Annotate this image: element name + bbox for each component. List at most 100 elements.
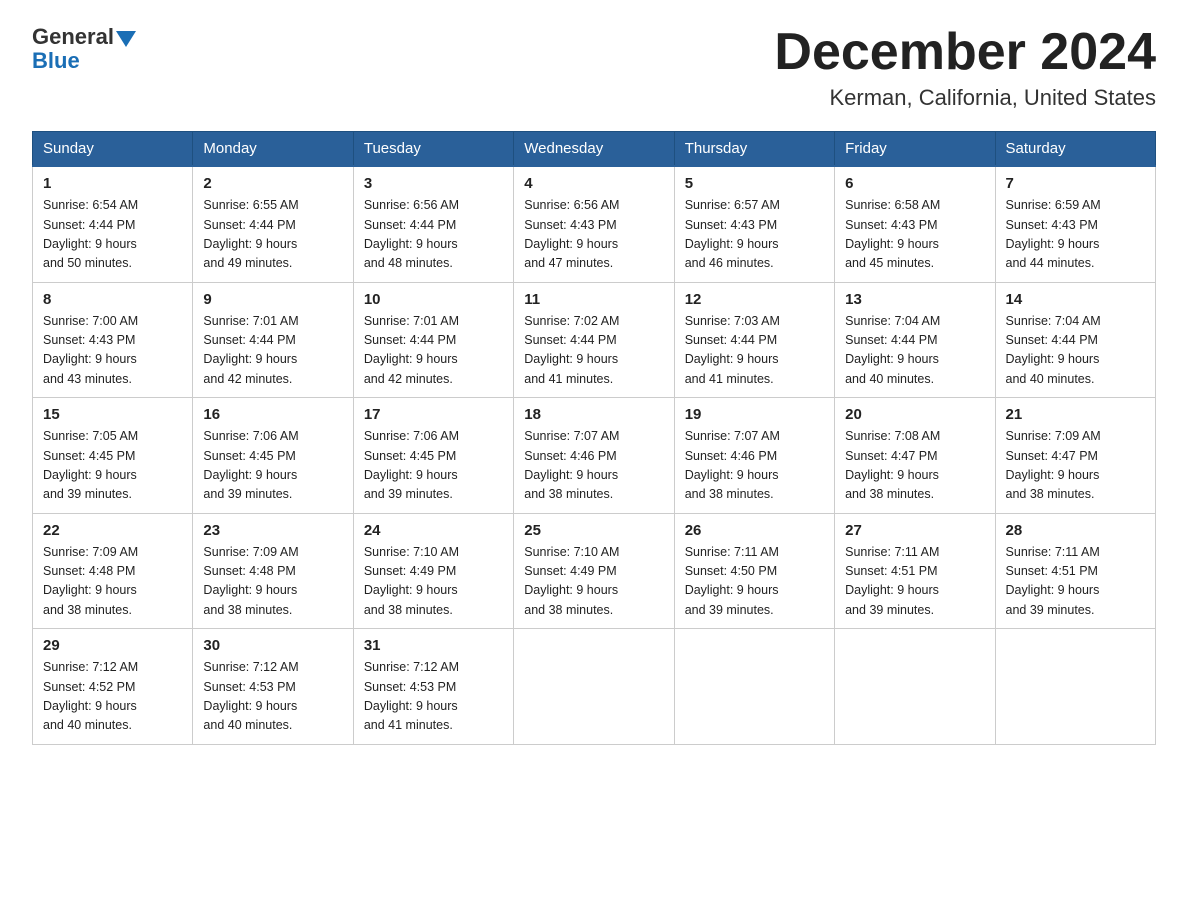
day-number: 13 bbox=[845, 291, 984, 308]
day-info: Sunrise: 7:05 AMSunset: 4:45 PMDaylight:… bbox=[43, 427, 182, 505]
day-number: 14 bbox=[1006, 291, 1145, 308]
location-subtitle: Kerman, California, United States bbox=[774, 85, 1156, 111]
day-number: 28 bbox=[1006, 522, 1145, 539]
logo-arrow-icon bbox=[116, 31, 136, 47]
calendar-cell: 22 Sunrise: 7:09 AMSunset: 4:48 PMDayligh… bbox=[33, 513, 193, 629]
day-number: 27 bbox=[845, 522, 984, 539]
calendar-cell: 30 Sunrise: 7:12 AMSunset: 4:53 PMDayligh… bbox=[193, 629, 353, 745]
title-area: December 2024 Kerman, California, United… bbox=[774, 24, 1156, 111]
logo: General Blue bbox=[32, 24, 136, 74]
day-info: Sunrise: 7:01 AMSunset: 4:44 PMDaylight:… bbox=[364, 312, 503, 390]
day-info: Sunrise: 7:09 AMSunset: 4:48 PMDaylight:… bbox=[43, 543, 182, 621]
day-number: 30 bbox=[203, 637, 342, 654]
day-number: 6 bbox=[845, 175, 984, 192]
calendar-cell: 18 Sunrise: 7:07 AMSunset: 4:46 PMDayligh… bbox=[514, 398, 674, 514]
day-info: Sunrise: 7:00 AMSunset: 4:43 PMDaylight:… bbox=[43, 312, 182, 390]
calendar-cell: 26 Sunrise: 7:11 AMSunset: 4:50 PMDayligh… bbox=[674, 513, 834, 629]
day-number: 26 bbox=[685, 522, 824, 539]
day-number: 10 bbox=[364, 291, 503, 308]
day-info: Sunrise: 7:07 AMSunset: 4:46 PMDaylight:… bbox=[685, 427, 824, 505]
day-info: Sunrise: 7:06 AMSunset: 4:45 PMDaylight:… bbox=[203, 427, 342, 505]
day-info: Sunrise: 7:09 AMSunset: 4:47 PMDaylight:… bbox=[1006, 427, 1145, 505]
month-title: December 2024 bbox=[774, 24, 1156, 81]
day-info: Sunrise: 7:12 AMSunset: 4:53 PMDaylight:… bbox=[203, 658, 342, 736]
day-number: 23 bbox=[203, 522, 342, 539]
day-number: 20 bbox=[845, 406, 984, 423]
calendar-cell: 7Sunrise: 6:59 AMSunset: 4:43 PMDaylight… bbox=[995, 166, 1155, 282]
day-info: Sunrise: 7:03 AMSunset: 4:44 PMDaylight:… bbox=[685, 312, 824, 390]
day-info: Sunrise: 7:12 AMSunset: 4:53 PMDaylight:… bbox=[364, 658, 503, 736]
day-number: 19 bbox=[685, 406, 824, 423]
calendar-cell: 14 Sunrise: 7:04 AMSunset: 4:44 PMDayligh… bbox=[995, 282, 1155, 398]
calendar-cell: 13 Sunrise: 7:04 AMSunset: 4:44 PMDayligh… bbox=[835, 282, 995, 398]
calendar-cell: 19 Sunrise: 7:07 AMSunset: 4:46 PMDayligh… bbox=[674, 398, 834, 514]
day-number: 16 bbox=[203, 406, 342, 423]
day-number: 4 bbox=[524, 175, 663, 192]
calendar-cell: 1 Sunrise: 6:54 AMSunset: 4:44 PMDaylight… bbox=[33, 166, 193, 282]
day-info: Sunrise: 6:54 AMSunset: 4:44 PMDaylight:… bbox=[43, 196, 182, 274]
day-info: Sunrise: 7:08 AMSunset: 4:47 PMDaylight:… bbox=[845, 427, 984, 505]
day-number: 9 bbox=[203, 291, 342, 308]
day-info: Sunrise: 6:57 AMSunset: 4:43 PMDaylight:… bbox=[685, 196, 824, 274]
day-of-week-header-thursday: Thursday bbox=[674, 132, 834, 167]
calendar-cell bbox=[674, 629, 834, 745]
logo-general-text: General bbox=[32, 24, 114, 50]
calendar-table: SundayMondayTuesdayWednesdayThursdayFrid… bbox=[32, 131, 1156, 745]
day-of-week-header-wednesday: Wednesday bbox=[514, 132, 674, 167]
day-number: 7 bbox=[1006, 175, 1145, 192]
day-number: 2 bbox=[203, 175, 342, 192]
calendar-week-row: 22 Sunrise: 7:09 AMSunset: 4:48 PMDayligh… bbox=[33, 513, 1156, 629]
day-number: 25 bbox=[524, 522, 663, 539]
day-info: Sunrise: 7:11 AMSunset: 4:51 PMDaylight:… bbox=[1006, 543, 1145, 621]
day-number: 29 bbox=[43, 637, 182, 654]
calendar-cell: 12 Sunrise: 7:03 AMSunset: 4:44 PMDayligh… bbox=[674, 282, 834, 398]
day-of-week-header-sunday: Sunday bbox=[33, 132, 193, 167]
calendar-cell: 15 Sunrise: 7:05 AMSunset: 4:45 PMDayligh… bbox=[33, 398, 193, 514]
calendar-week-row: 8 Sunrise: 7:00 AMSunset: 4:43 PMDaylight… bbox=[33, 282, 1156, 398]
day-info: Sunrise: 7:04 AMSunset: 4:44 PMDaylight:… bbox=[845, 312, 984, 390]
calendar-cell: 2 Sunrise: 6:55 AMSunset: 4:44 PMDaylight… bbox=[193, 166, 353, 282]
day-number: 17 bbox=[364, 406, 503, 423]
day-number: 5 bbox=[685, 175, 824, 192]
day-number: 24 bbox=[364, 522, 503, 539]
calendar-cell: 25 Sunrise: 7:10 AMSunset: 4:49 PMDayligh… bbox=[514, 513, 674, 629]
day-info: Sunrise: 7:10 AMSunset: 4:49 PMDaylight:… bbox=[364, 543, 503, 621]
day-number: 8 bbox=[43, 291, 182, 308]
day-number: 11 bbox=[524, 291, 663, 308]
calendar-cell: 28 Sunrise: 7:11 AMSunset: 4:51 PMDayligh… bbox=[995, 513, 1155, 629]
day-info: Sunrise: 7:11 AMSunset: 4:50 PMDaylight:… bbox=[685, 543, 824, 621]
calendar-week-row: 29Sunrise: 7:12 AMSunset: 4:52 PMDayligh… bbox=[33, 629, 1156, 745]
day-info: Sunrise: 7:10 AMSunset: 4:49 PMDaylight:… bbox=[524, 543, 663, 621]
calendar-cell: 8 Sunrise: 7:00 AMSunset: 4:43 PMDaylight… bbox=[33, 282, 193, 398]
day-info: Sunrise: 7:01 AMSunset: 4:44 PMDaylight:… bbox=[203, 312, 342, 390]
day-number: 15 bbox=[43, 406, 182, 423]
calendar-cell: 27 Sunrise: 7:11 AMSunset: 4:51 PMDayligh… bbox=[835, 513, 995, 629]
calendar-cell: 9 Sunrise: 7:01 AMSunset: 4:44 PMDaylight… bbox=[193, 282, 353, 398]
day-number: 12 bbox=[685, 291, 824, 308]
calendar-cell: 23Sunrise: 7:09 AMSunset: 4:48 PMDayligh… bbox=[193, 513, 353, 629]
day-info: Sunrise: 6:56 AMSunset: 4:43 PMDaylight:… bbox=[524, 196, 663, 274]
day-info: Sunrise: 7:06 AMSunset: 4:45 PMDaylight:… bbox=[364, 427, 503, 505]
day-of-week-header-tuesday: Tuesday bbox=[353, 132, 513, 167]
calendar-cell: 21 Sunrise: 7:09 AMSunset: 4:47 PMDayligh… bbox=[995, 398, 1155, 514]
calendar-cell: 10 Sunrise: 7:01 AMSunset: 4:44 PMDayligh… bbox=[353, 282, 513, 398]
calendar-cell bbox=[835, 629, 995, 745]
calendar-cell: 20 Sunrise: 7:08 AMSunset: 4:47 PMDayligh… bbox=[835, 398, 995, 514]
calendar-cell bbox=[995, 629, 1155, 745]
day-info: Sunrise: 7:07 AMSunset: 4:46 PMDaylight:… bbox=[524, 427, 663, 505]
day-info: Sunrise: 6:55 AMSunset: 4:44 PMDaylight:… bbox=[203, 196, 342, 274]
day-info: Sunrise: 7:11 AMSunset: 4:51 PMDaylight:… bbox=[845, 543, 984, 621]
day-info: Sunrise: 6:58 AMSunset: 4:43 PMDaylight:… bbox=[845, 196, 984, 274]
day-info: Sunrise: 7:04 AMSunset: 4:44 PMDaylight:… bbox=[1006, 312, 1145, 390]
day-number: 1 bbox=[43, 175, 182, 192]
calendar-week-row: 1 Sunrise: 6:54 AMSunset: 4:44 PMDaylight… bbox=[33, 166, 1156, 282]
calendar-cell: 5 Sunrise: 6:57 AMSunset: 4:43 PMDaylight… bbox=[674, 166, 834, 282]
header: General Blue December 2024 Kerman, Calif… bbox=[32, 24, 1156, 111]
logo-blue-text: Blue bbox=[32, 48, 80, 74]
calendar-cell: 3Sunrise: 6:56 AMSunset: 4:44 PMDaylight… bbox=[353, 166, 513, 282]
day-info: Sunrise: 6:56 AMSunset: 4:44 PMDaylight:… bbox=[364, 196, 503, 274]
day-number: 22 bbox=[43, 522, 182, 539]
calendar-cell bbox=[514, 629, 674, 745]
day-number: 21 bbox=[1006, 406, 1145, 423]
day-number: 18 bbox=[524, 406, 663, 423]
